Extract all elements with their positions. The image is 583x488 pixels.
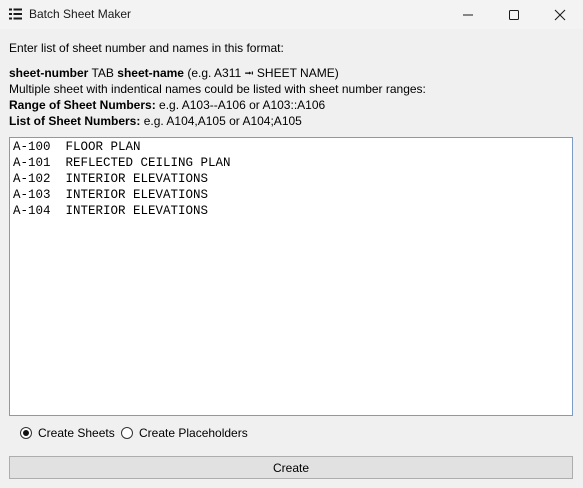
minimize-icon <box>463 14 473 15</box>
format-name-label: sheet-name <box>117 66 184 80</box>
create-sheets-label: Create Sheets <box>38 426 115 440</box>
sheet-list-textarea[interactable]: A-100 FLOOR PLAN A-101 REFLECTED CEILING… <box>9 137 573 416</box>
list-label: List of Sheet Numbers: <box>9 114 141 128</box>
create-sheets-option[interactable]: Create Sheets <box>20 426 115 440</box>
format-example-prefix: (e.g. A311 <box>187 66 242 80</box>
create-placeholders-option[interactable]: Create Placeholders <box>121 426 248 440</box>
maximize-button[interactable] <box>491 0 537 29</box>
range-example: e.g. A103--A106 or A103::A106 <box>159 98 326 112</box>
close-icon <box>554 9 566 20</box>
format-tab-label: TAB <box>91 66 114 80</box>
maximize-icon <box>509 9 519 20</box>
create-placeholders-radio[interactable] <box>121 427 133 439</box>
ranges-note: Multiple sheet with indentical names cou… <box>9 82 426 96</box>
window-title: Batch Sheet Maker <box>29 7 132 21</box>
range-label: Range of Sheet Numbers: <box>9 98 156 112</box>
create-sheets-radio[interactable] <box>20 427 32 439</box>
format-example-suffix: SHEET NAME) <box>256 66 339 80</box>
sheet-list-line: A-104 INTERIOR ELEVATIONS <box>13 204 209 218</box>
tab-arrow-icon: ⭲ <box>244 66 254 80</box>
sheet-list-line: A-101 REFLECTED CEILING PLAN <box>13 156 231 170</box>
list-line: List of Sheet Numbers: e.g. A104,A105 or… <box>9 114 302 128</box>
sheet-list-line: A-100 FLOOR PLAN <box>13 140 141 154</box>
sheet-list-line: A-102 INTERIOR ELEVATIONS <box>13 172 209 186</box>
title-bar: Batch Sheet Maker <box>0 0 583 29</box>
format-number-label: sheet-number <box>9 66 89 80</box>
range-line: Range of Sheet Numbers: e.g. A103--A106 … <box>9 98 325 112</box>
list-icon <box>9 8 22 20</box>
create-placeholders-label: Create Placeholders <box>139 426 248 440</box>
dialog-content: Enter list of sheet number and names in … <box>0 29 583 488</box>
list-example: e.g. A104,A105 or A104;A105 <box>143 114 302 128</box>
minimize-button[interactable] <box>445 0 491 29</box>
close-button[interactable] <box>537 0 583 29</box>
instructions-intro: Enter list of sheet number and names in … <box>9 41 284 55</box>
create-button[interactable]: Create <box>9 456 573 479</box>
sheet-list-line: A-103 INTERIOR ELEVATIONS <box>13 188 209 202</box>
